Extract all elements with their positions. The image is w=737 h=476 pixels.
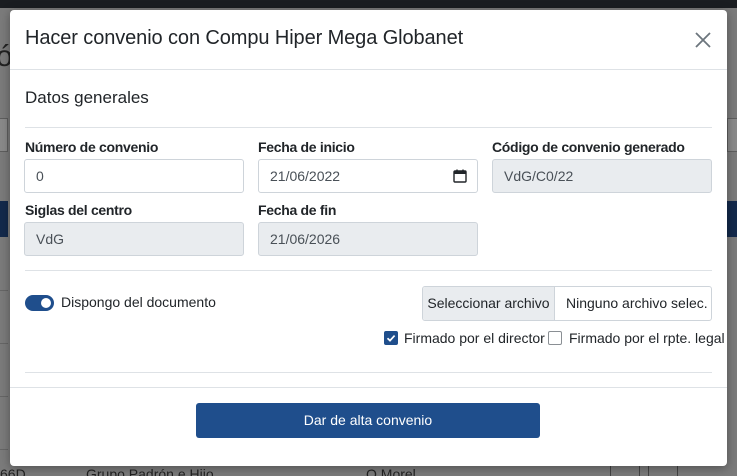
background-row-divider	[0, 396, 8, 397]
switch-knob	[41, 298, 51, 308]
codigo-generado-label: Código de convenio generado	[492, 139, 685, 155]
section-title: Datos generales	[25, 88, 149, 107]
fecha-fin-label: Fecha de fin	[258, 202, 337, 218]
select-file-button[interactable]: Seleccionar archivo	[423, 287, 555, 320]
close-icon	[695, 32, 711, 48]
background-row-company: Grupo Padrón e Hijo	[86, 466, 214, 476]
background-filter-button	[727, 118, 737, 152]
calendar-icon[interactable]	[453, 169, 467, 183]
dar-de-alta-convenio-button[interactable]: Dar de alta convenio	[196, 403, 540, 438]
firmado-director-label: Firmado por el director	[404, 330, 545, 346]
fecha-fin-field: 21/06/2026	[258, 222, 478, 256]
fecha-inicio-value: 21/06/2022	[270, 168, 341, 184]
codigo-generado-field: VdG/C0/22	[492, 159, 712, 193]
modal-footer-divider	[10, 387, 727, 388]
background-table-header	[0, 201, 8, 237]
background-navbar	[0, 0, 737, 8]
section-divider	[25, 127, 712, 128]
convenio-modal: Hacer convenio con Compu Hiper Mega Glob…	[10, 10, 727, 466]
numero-convenio-input[interactable]	[36, 168, 232, 184]
numero-convenio-field[interactable]	[24, 159, 244, 193]
background-table-header-right	[727, 201, 737, 237]
background-row-divider	[0, 290, 8, 291]
background-row-contact: O Morel	[366, 466, 416, 476]
background-row-divider	[0, 449, 8, 450]
background-row-divider	[0, 343, 8, 344]
file-input[interactable]: Seleccionar archivo Ninguno archivo sele…	[422, 286, 712, 321]
numero-convenio-label: Número de convenio	[25, 139, 159, 155]
firmado-rpte-legal-checkbox[interactable]	[548, 331, 562, 345]
firmado-director-checkbox[interactable]	[384, 331, 398, 345]
firmado-rpte-legal-label: Firmado por el rpte. legal	[569, 330, 725, 346]
siglas-centro-label: Siglas del centro	[25, 202, 132, 218]
dispongo-documento-label: Dispongo del documento	[61, 294, 216, 310]
background-row-code: 66D	[0, 466, 26, 476]
form-divider	[25, 372, 712, 373]
modal-header: Hacer convenio con Compu Hiper Mega Glob…	[10, 10, 727, 70]
dispongo-documento-switch[interactable]	[25, 295, 54, 311]
form-divider	[25, 270, 712, 271]
background-search-input	[0, 118, 8, 152]
fecha-inicio-label: Fecha de inicio	[258, 139, 355, 155]
fecha-inicio-field[interactable]: 21/06/2022	[258, 159, 478, 193]
file-name-text: Ninguno archivo selec.	[566, 295, 708, 311]
siglas-centro-field: VdG	[24, 222, 244, 256]
modal-title: Hacer convenio con Compu Hiper Mega Glob…	[25, 27, 464, 49]
check-icon	[386, 335, 396, 342]
close-button[interactable]	[692, 29, 714, 51]
